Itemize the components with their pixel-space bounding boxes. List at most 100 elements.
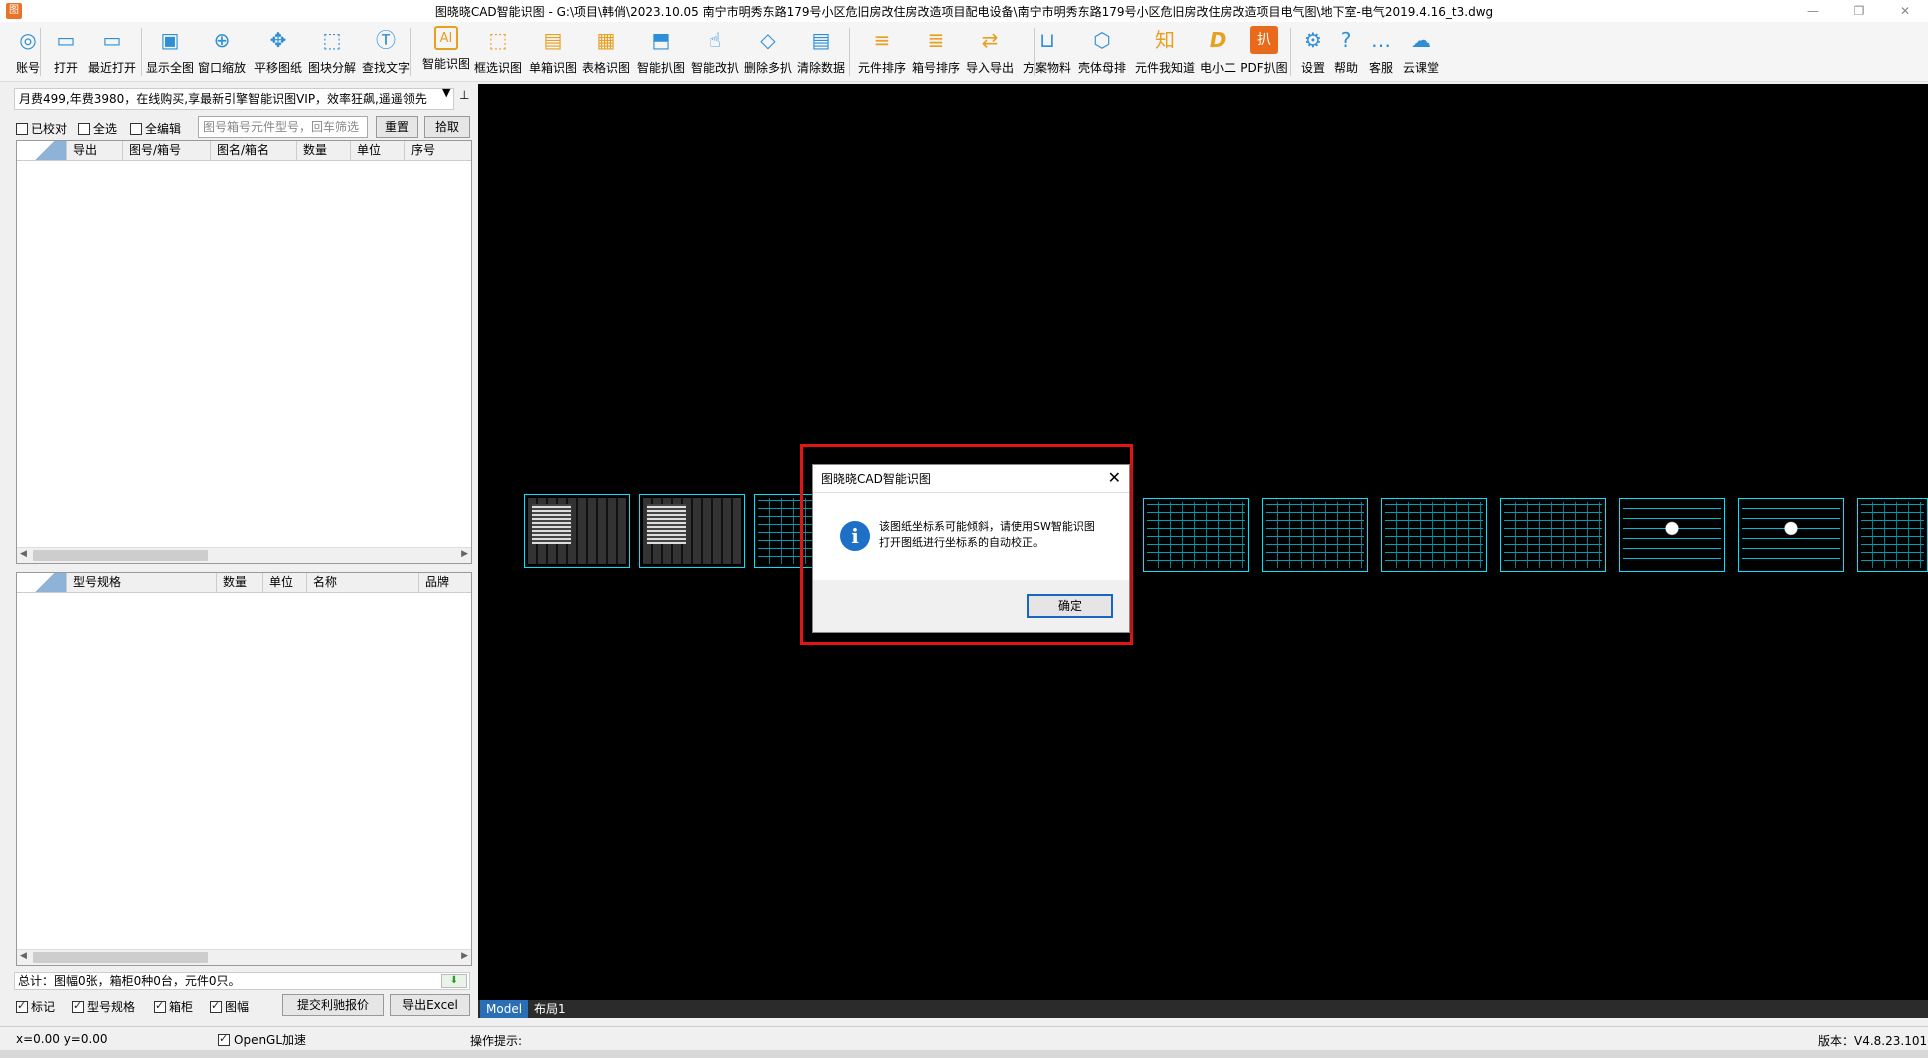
select-all-checkbox[interactable] — [78, 122, 90, 135]
toolbar-button-zoom-extents[interactable]: ▣ 显示全图 — [140, 24, 200, 80]
col-unit[interactable]: 单位 — [263, 573, 307, 592]
cube-icon: ⬡ — [1093, 28, 1111, 52]
cabinet-option[interactable]: 箱柜 — [154, 998, 193, 1015]
drawing-grid-scrollbar[interactable]: ◀ ▶ — [17, 547, 471, 563]
toolbar-button-cloud[interactable]: ☁ 云课堂 — [1391, 24, 1451, 80]
toolbar-button-label: 单箱识图 — [528, 61, 577, 75]
scroll-left-icon[interactable]: ◀ — [20, 951, 27, 961]
scroll-thumb[interactable] — [33, 952, 208, 963]
layout-tabbar: Model 布局1 — [478, 1000, 1928, 1018]
drawing-sheet-thumbnail[interactable] — [524, 494, 630, 568]
toolbar-button-zoom-window[interactable]: ⊕ 窗口缩放 — [192, 24, 252, 80]
toolbar-button-smart-edit[interactable]: ☝ 智能改扒 — [685, 24, 745, 80]
col-drawing-no[interactable]: 图号/箱号 — [123, 141, 211, 160]
scroll-right-icon[interactable]: ▶ — [461, 549, 468, 559]
toolbar-button-material[interactable]: ⊔ 方案物料 — [1017, 24, 1077, 80]
submit-quote-button[interactable]: 提交利驰报价 — [282, 994, 384, 1016]
sheet-checkbox[interactable] — [210, 999, 222, 1013]
col-unit[interactable]: 单位 — [351, 141, 405, 160]
sheet-option[interactable]: 图幅 — [210, 998, 249, 1015]
toolbar-button-smart-extract[interactable]: ⬒ 智能扒图 — [631, 24, 691, 80]
mark-option[interactable]: 标记 — [16, 998, 55, 1015]
promo-text: 月费499,年费3980，在线购买,享最新引擎智能识图VIP，效率狂飙,遥遥领先 — [19, 92, 427, 106]
mark-checkbox[interactable] — [16, 999, 28, 1013]
ok-button[interactable]: 确定 — [1027, 594, 1113, 618]
select-all-filter[interactable]: 全选 — [78, 120, 117, 137]
checked-checkbox[interactable] — [16, 122, 28, 135]
toolbar-button-sort-components[interactable]: ≡ 元件排序 — [852, 24, 912, 80]
drawing-sheet-thumbnail[interactable] — [1857, 498, 1928, 572]
drawing-sheet-thumbnail[interactable] — [639, 494, 745, 568]
scroll-left-icon[interactable]: ◀ — [20, 549, 27, 559]
drawing-sheet-thumbnail[interactable] — [1262, 498, 1368, 572]
col-quantity[interactable]: 数量 — [297, 141, 351, 160]
toolbar-button-box-select[interactable]: ⬚ 框选识图 — [468, 24, 528, 80]
scroll-thumb[interactable] — [33, 550, 208, 561]
toolbar-button-ai-recognize[interactable]: AI 智能识图 — [416, 24, 476, 80]
export-excel-button[interactable]: 导出Excel — [390, 994, 470, 1016]
checked-filter[interactable]: 已校对 — [16, 120, 67, 137]
close-icon[interactable]: ✕ — [1882, 0, 1928, 22]
dialog-message-line2: 打开图纸进行坐标系的自动校正。 — [879, 536, 1044, 549]
reset-button[interactable]: 重置 — [376, 116, 418, 138]
tab-layout1[interactable]: 布局1 — [528, 1000, 572, 1018]
search-input[interactable]: 图号箱号元件型号，回车筛选 — [198, 116, 368, 138]
component-grid[interactable]: 型号规格 数量 单位 名称 品牌 ◀ ▶ — [16, 572, 472, 966]
toolbar-button-label: 图块分解 — [307, 61, 356, 75]
toolbar-button-label: 查找文字 — [361, 61, 410, 75]
scroll-right-icon[interactable]: ▶ — [461, 951, 468, 961]
maximize-icon[interactable]: ❐ — [1836, 0, 1882, 22]
dialog-footer: 确定 — [813, 580, 1129, 632]
col-brand[interactable]: 品牌 — [419, 573, 471, 592]
col-drawing-name[interactable]: 图名/箱名 — [211, 141, 297, 160]
toolbar-button-recent-folder[interactable]: ▭ 最近打开 — [82, 24, 142, 80]
drawing-sheet-thumbnail[interactable] — [1381, 498, 1487, 572]
pick-button[interactable]: 拾取 — [424, 116, 470, 138]
component-grid-scrollbar[interactable]: ◀ ▶ — [17, 949, 471, 965]
pin-icon[interactable]: ⊥ — [459, 88, 469, 102]
opengl-checkbox[interactable] — [218, 1032, 230, 1046]
toolbar-button-pan[interactable]: ✥ 平移图纸 — [248, 24, 308, 80]
drawing-sheet-thumbnail[interactable] — [1500, 498, 1606, 572]
promo-banner[interactable]: 月费499,年费3980，在线购买,享最新引擎智能识图VIP，效率狂飙,遥遥领先 — [14, 88, 454, 110]
minimize-icon[interactable]: — — [1790, 0, 1836, 22]
toolbar-button-clear-data[interactable]: ▤ 清除数据 — [791, 24, 851, 80]
grid-corner — [17, 573, 67, 592]
drawing-sheet-thumbnail[interactable] — [1738, 498, 1844, 572]
toolbar-button-label: PDF扒图 — [1240, 61, 1288, 75]
toolbar-button-table-recognize[interactable]: ▦ 表格识图 — [576, 24, 636, 80]
edit-all-checkbox[interactable] — [130, 122, 142, 135]
opengl-option[interactable]: OpenGL加速 — [218, 1031, 306, 1048]
dialog-title: 图晓晓CAD智能识图 — [821, 472, 931, 486]
toolbar-button-eraser[interactable]: ◇ 删除多扒 — [738, 24, 798, 80]
drawing-grid[interactable]: 导出 图号/箱号 图名/箱名 数量 单位 序号 ◀ ▶ — [16, 140, 472, 564]
toolbar-button-sort-box[interactable]: ≣ 箱号排序 — [906, 24, 966, 80]
dropdown-caret-icon[interactable]: ▼ — [442, 86, 450, 99]
toolbar-button-cube[interactable]: ⬡ 壳体母排 — [1072, 24, 1132, 80]
col-name[interactable]: 名称 — [307, 573, 419, 592]
cabinet-checkbox[interactable] — [154, 999, 166, 1013]
drawing-sheet-thumbnail[interactable] — [1619, 498, 1725, 572]
toolbar-button-zhi[interactable]: 知元件我知道 — [1135, 24, 1195, 80]
toolbar-button-import-export[interactable]: ⇄ 导入导出 — [960, 24, 1020, 80]
col-quantity[interactable]: 数量 — [217, 573, 263, 592]
toolbar-button-label: 表格识图 — [581, 61, 630, 75]
toolbar-button-explode-block[interactable]: ⬚ 图块分解 — [302, 24, 362, 80]
opengl-label: OpenGL加速 — [234, 1033, 307, 1047]
sheet-label: 图幅 — [225, 1000, 250, 1014]
table-recognize-icon: ▦ — [596, 28, 616, 52]
tab-model[interactable]: Model — [480, 1000, 529, 1018]
model-spec-option[interactable]: 型号规格 — [72, 998, 135, 1015]
col-model-spec[interactable]: 型号规格 — [67, 573, 217, 592]
model-spec-checkbox[interactable] — [72, 999, 84, 1013]
dialog-close-icon[interactable]: ✕ — [1108, 469, 1121, 487]
col-export[interactable]: 导出 — [67, 141, 123, 160]
toolbar-button-single-box[interactable]: ▤ 单箱识图 — [523, 24, 583, 80]
download-arrow-icon[interactable]: ⬇ — [441, 974, 467, 988]
toolbar-button-label: 导入导出 — [965, 61, 1014, 75]
cad-canvas[interactable] — [478, 84, 1928, 1000]
col-index[interactable]: 序号 — [405, 141, 471, 160]
toolbar-button-find-text[interactable]: Ⓣ 查找文字 — [356, 24, 416, 80]
edit-all-filter[interactable]: 全编辑 — [130, 120, 181, 137]
drawing-sheet-thumbnail[interactable] — [1143, 498, 1249, 572]
